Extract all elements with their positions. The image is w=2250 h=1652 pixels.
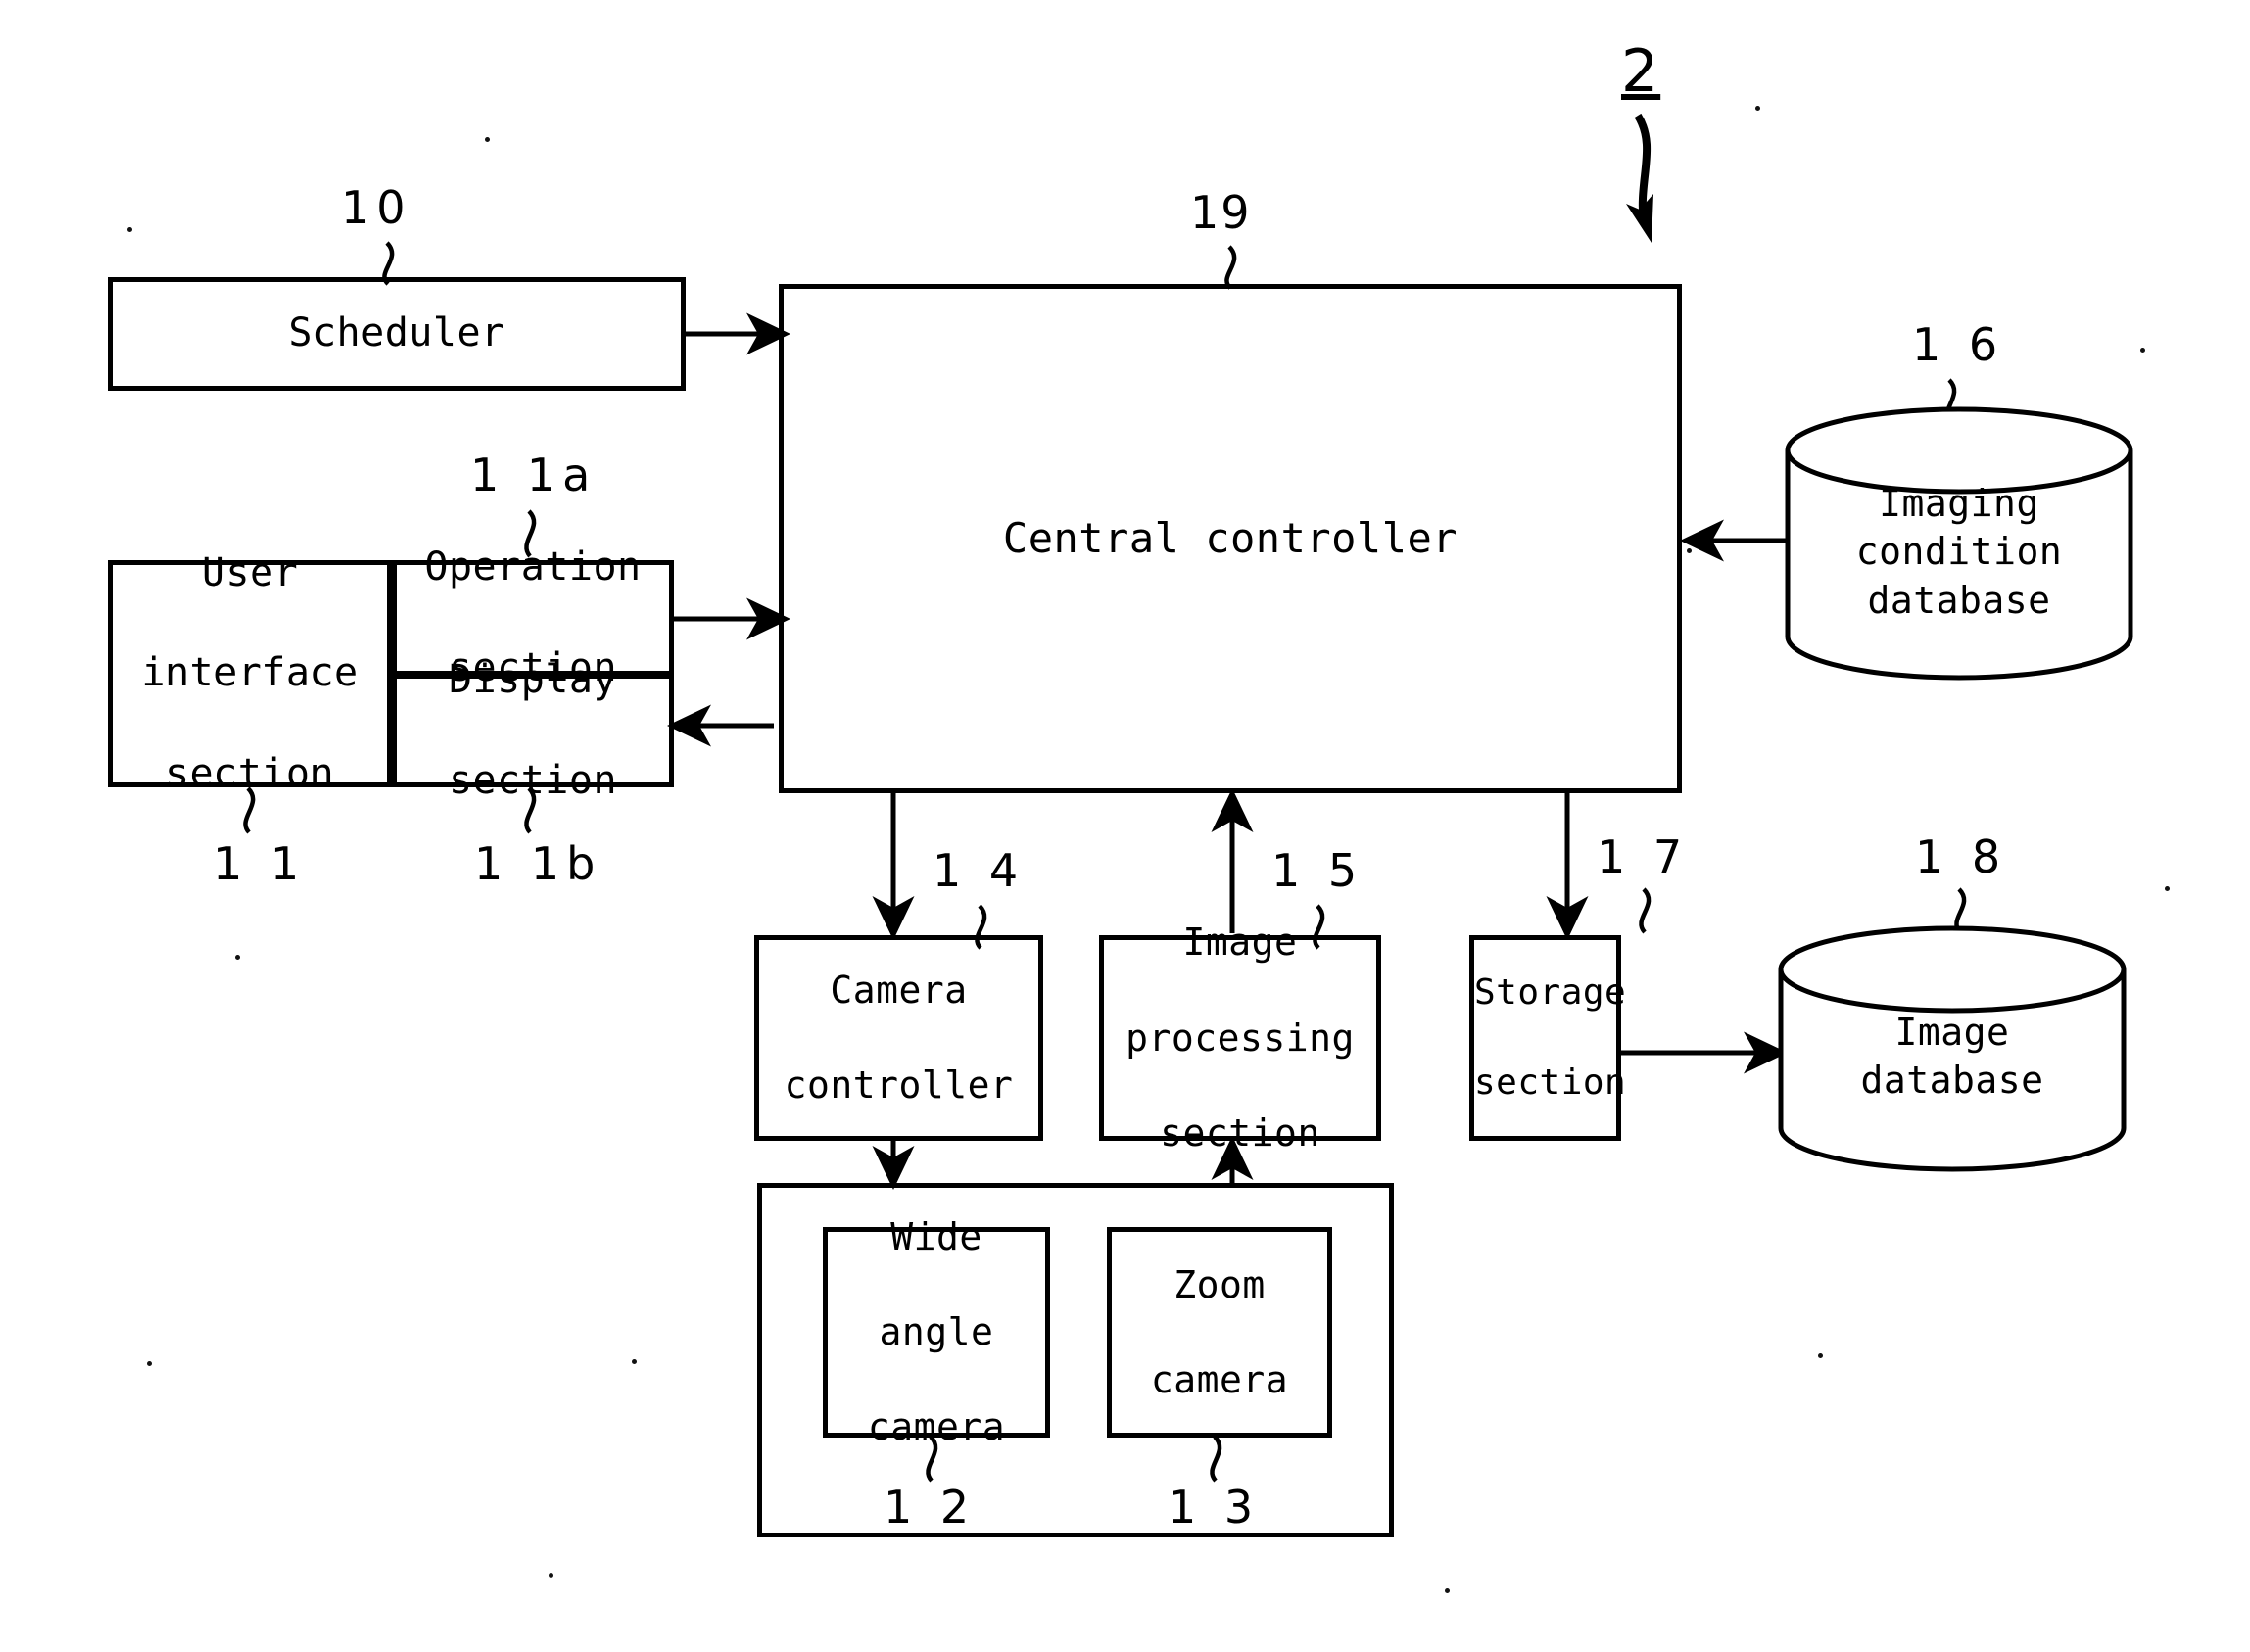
- display-section-block[interactable]: Display section: [392, 657, 674, 803]
- reference-numeral-12: 1 2: [884, 1481, 977, 1534]
- storage-section-label-line2: section: [1474, 1062, 1627, 1104]
- reference-numeral-10: 10: [341, 181, 412, 234]
- leader-19: [1224, 245, 1237, 290]
- scan-speck: [1445, 1588, 1450, 1593]
- display-section-label-line1: Display: [448, 657, 618, 703]
- central-controller-label: Central controller: [1002, 514, 1459, 563]
- camera-controller-block[interactable]: Camera controller: [754, 935, 1043, 1141]
- reference-numeral-13: 1 3: [1168, 1481, 1261, 1534]
- user-interface-block[interactable]: User interface section: [108, 550, 392, 796]
- display-section-label-line2: section: [448, 757, 618, 803]
- reference-numeral-16: 1 6: [1912, 318, 2005, 371]
- wide-angle-camera-block[interactable]: Wide angle camera: [823, 1215, 1050, 1448]
- camera-controller-label-line2: controller: [784, 1063, 1014, 1108]
- image-processing-block[interactable]: Image processing section: [1099, 920, 1381, 1155]
- wide-angle-camera-label-line3: camera: [867, 1405, 1006, 1449]
- zoom-camera-block[interactable]: Zoom camera: [1107, 1227, 1332, 1438]
- scan-speck: [549, 1573, 553, 1578]
- image-processing-label-line2: processing: [1125, 1015, 1355, 1060]
- scan-speck: [235, 955, 240, 960]
- image-database-shape: [1778, 925, 2127, 1172]
- scan-speck: [1687, 548, 1692, 553]
- zoom-camera-label-line1: Zoom: [1173, 1262, 1266, 1306]
- image-processing-label-line1: Image: [1182, 920, 1298, 965]
- camera-controller-label-line1: Camera: [830, 968, 968, 1013]
- scheduler-label: Scheduler: [288, 310, 505, 356]
- leader-17: [1639, 887, 1652, 934]
- reference-numeral-15: 1 5: [1271, 844, 1364, 897]
- reference-numeral-17: 1 7: [1597, 830, 1690, 883]
- image-processing-label-line3: section: [1160, 1110, 1320, 1155]
- storage-section-block[interactable]: Storage section: [1469, 935, 1627, 1141]
- scan-speck: [2165, 886, 2170, 891]
- reference-numeral-11: 1 1: [214, 837, 307, 890]
- scan-speck: [1755, 106, 1760, 111]
- user-interface-label-line3: section: [165, 750, 335, 796]
- wide-angle-camera-label-line1: Wide: [890, 1214, 982, 1258]
- central-controller-block[interactable]: Central controller: [779, 284, 1682, 793]
- reference-numeral-11a: 1 1a: [470, 448, 598, 501]
- scan-speck: [632, 1359, 637, 1364]
- figure-canvas: Scheduler User interface section Operati…: [0, 0, 2250, 1652]
- reference-numeral-11b: 1 1b: [474, 837, 602, 890]
- user-interface-label-line1: User: [201, 550, 299, 596]
- reference-numeral-18: 1 8: [1915, 830, 2008, 883]
- scheduler-block[interactable]: Scheduler: [108, 277, 686, 391]
- scan-speck: [127, 227, 132, 232]
- operation-section-label-line1: Operation: [424, 544, 642, 590]
- reference-numeral-14: 1 4: [933, 844, 1026, 897]
- reference-numeral-19: 19: [1190, 186, 1252, 239]
- imaging-condition-database-shape: [1785, 406, 2133, 681]
- wide-angle-camera-label-line2: angle: [879, 1310, 994, 1354]
- zoom-camera-label-line2: camera: [1150, 1357, 1289, 1401]
- scan-speck: [1818, 1353, 1823, 1358]
- scan-speck: [147, 1361, 152, 1366]
- user-interface-label-line2: interface: [141, 650, 359, 696]
- scan-speck: [2140, 348, 2145, 353]
- leader-18: [1954, 887, 1967, 934]
- storage-section-label-line1: Storage: [1474, 971, 1627, 1013]
- reference-numeral-2: 2: [1621, 37, 1661, 106]
- scan-speck: [485, 137, 490, 142]
